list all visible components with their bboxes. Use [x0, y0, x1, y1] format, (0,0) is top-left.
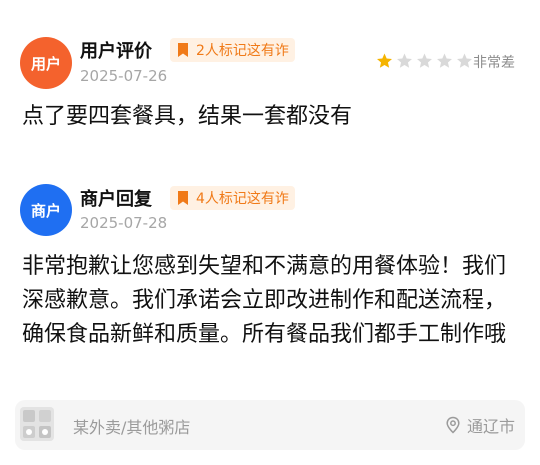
location-pin-icon: [446, 416, 460, 434]
source-bar[interactable]: 某外卖/其他粥店 通辽市: [15, 400, 525, 450]
shop-thumbnail-image: [20, 407, 54, 441]
merchant-avatar[interactable]: 商户: [20, 184, 72, 236]
reply-fraud-tag[interactable]: 4人标记这有诈: [170, 186, 295, 210]
shop-thumbnail: [20, 407, 54, 441]
location-text: 通辽市: [466, 417, 515, 436]
reply-fraud-tag-label: 4人标记这有诈: [196, 191, 289, 207]
merchant-reply: 商户 商户回复 4人标记这有诈 2025-07-28 非常抱歉让您感到失望和不满…: [0, 0, 540, 390]
merchant-avatar-label: 商户: [30, 201, 61, 220]
source-text: 某外卖/其他粥店: [73, 418, 191, 437]
reply-author: 商户回复: [80, 189, 152, 210]
reply-date: 2025-07-28: [80, 214, 168, 232]
bookmark-icon: [178, 191, 188, 205]
location: 通辽市: [444, 413, 515, 437]
reply-content: 非常抱歉让您感到失望和不满意的用餐体验！我们深感歉意。我们承诺会立即改进制作和配…: [22, 254, 507, 347]
